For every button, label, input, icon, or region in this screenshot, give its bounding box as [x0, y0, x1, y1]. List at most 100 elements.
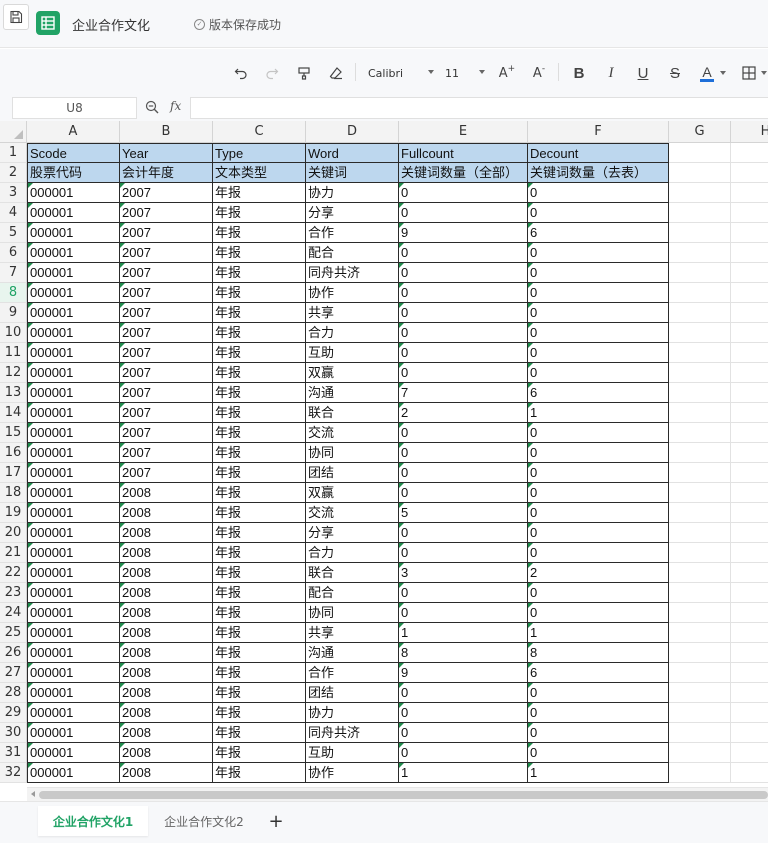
cell[interactable] [731, 663, 768, 683]
cell[interactable] [669, 563, 731, 583]
cell[interactable]: 000001 [27, 723, 120, 743]
cell[interactable]: 2007 [120, 323, 213, 343]
cell[interactable] [731, 643, 768, 663]
row-header[interactable]: 30 [0, 723, 27, 743]
cell[interactable]: Scode [27, 143, 120, 163]
cell[interactable]: 0 [399, 423, 528, 443]
cell[interactable]: 年报 [213, 623, 306, 643]
cell[interactable]: 2007 [120, 263, 213, 283]
column-header-c[interactable]: C [213, 121, 306, 143]
cell[interactable] [669, 543, 731, 563]
cell[interactable] [669, 443, 731, 463]
cell[interactable]: Type [213, 143, 306, 163]
cell[interactable]: 000001 [27, 463, 120, 483]
cell[interactable]: 2008 [120, 583, 213, 603]
cell[interactable] [669, 303, 731, 323]
cell-reference-box[interactable]: U8 [12, 97, 137, 119]
cell[interactable]: 9 [399, 663, 528, 683]
cell[interactable]: 0 [399, 743, 528, 763]
cell[interactable]: 000001 [27, 703, 120, 723]
cell[interactable] [731, 723, 768, 743]
cell[interactable]: 000001 [27, 543, 120, 563]
cell[interactable]: 2007 [120, 463, 213, 483]
cell[interactable]: 0 [528, 363, 669, 383]
cell[interactable]: 股票代码 [27, 163, 120, 183]
cell[interactable] [669, 163, 731, 183]
cell[interactable]: 2008 [120, 603, 213, 623]
cell[interactable]: 0 [399, 703, 528, 723]
cell[interactable]: 0 [528, 343, 669, 363]
cell[interactable]: 年报 [213, 663, 306, 683]
cell[interactable]: 6 [528, 663, 669, 683]
cell[interactable]: 0 [399, 723, 528, 743]
cell[interactable]: 000001 [27, 223, 120, 243]
cell[interactable] [731, 203, 768, 223]
cell[interactable]: 0 [528, 323, 669, 343]
cell[interactable]: 0 [399, 323, 528, 343]
cell[interactable]: 0 [399, 443, 528, 463]
row-header[interactable]: 1 [0, 143, 27, 163]
cell[interactable]: 6 [528, 383, 669, 403]
cell[interactable] [731, 283, 768, 303]
decrease-font-button[interactable]: A- [529, 63, 549, 83]
cell[interactable]: 配合 [306, 583, 399, 603]
cell[interactable]: 年报 [213, 243, 306, 263]
clear-format-button[interactable] [327, 63, 345, 83]
cell[interactable]: 0 [399, 283, 528, 303]
sheet-tab-2[interactable]: 企业合作文化2 [150, 806, 258, 836]
cell[interactable]: 0 [399, 483, 528, 503]
row-header[interactable]: 21 [0, 543, 27, 563]
cell[interactable] [669, 623, 731, 643]
cell[interactable]: 联合 [306, 403, 399, 423]
cell[interactable]: 000001 [27, 363, 120, 383]
cell[interactable]: 合作 [306, 223, 399, 243]
row-header[interactable]: 12 [0, 363, 27, 383]
cell[interactable]: 000001 [27, 523, 120, 543]
cell[interactable]: 000001 [27, 603, 120, 623]
cell[interactable]: 年报 [213, 223, 306, 243]
row-header[interactable]: 4 [0, 203, 27, 223]
cell[interactable]: 1 [399, 763, 528, 783]
cell[interactable] [669, 363, 731, 383]
font-color-dropdown[interactable] [718, 63, 728, 83]
cell[interactable] [731, 763, 768, 783]
cell[interactable] [731, 303, 768, 323]
cell[interactable]: 0 [528, 683, 669, 703]
undo-button[interactable] [232, 63, 250, 83]
cell[interactable] [669, 743, 731, 763]
cell[interactable] [669, 223, 731, 243]
column-header-f[interactable]: F [528, 121, 669, 143]
cell[interactable] [731, 243, 768, 263]
cell[interactable] [669, 343, 731, 363]
cell[interactable]: 2008 [120, 743, 213, 763]
cell[interactable]: 年报 [213, 543, 306, 563]
cell[interactable] [669, 263, 731, 283]
cell[interactable]: 关键词数量（全部） [399, 163, 528, 183]
cell[interactable]: 000001 [27, 403, 120, 423]
redo-button[interactable] [263, 63, 281, 83]
cell[interactable]: Year [120, 143, 213, 163]
cell[interactable] [731, 463, 768, 483]
cell[interactable]: 2007 [120, 383, 213, 403]
cell[interactable]: 团结 [306, 683, 399, 703]
cell[interactable]: 0 [528, 503, 669, 523]
cell[interactable]: 0 [528, 243, 669, 263]
column-header-b[interactable]: B [120, 121, 213, 143]
cell[interactable]: 9 [399, 223, 528, 243]
cell[interactable]: 2007 [120, 363, 213, 383]
row-header[interactable]: 22 [0, 563, 27, 583]
cell[interactable] [669, 723, 731, 743]
row-header[interactable]: 14 [0, 403, 27, 423]
cell[interactable]: 合力 [306, 323, 399, 343]
cell[interactable]: 0 [528, 203, 669, 223]
cell[interactable]: 2008 [120, 563, 213, 583]
formula-input[interactable] [190, 97, 768, 119]
row-header[interactable]: 5 [0, 223, 27, 243]
cell[interactable]: 年报 [213, 263, 306, 283]
cell[interactable]: 0 [399, 363, 528, 383]
cell[interactable]: Word [306, 143, 399, 163]
cell[interactable]: 0 [528, 183, 669, 203]
cell[interactable] [669, 323, 731, 343]
cell[interactable]: 2007 [120, 223, 213, 243]
cell[interactable]: 互助 [306, 743, 399, 763]
